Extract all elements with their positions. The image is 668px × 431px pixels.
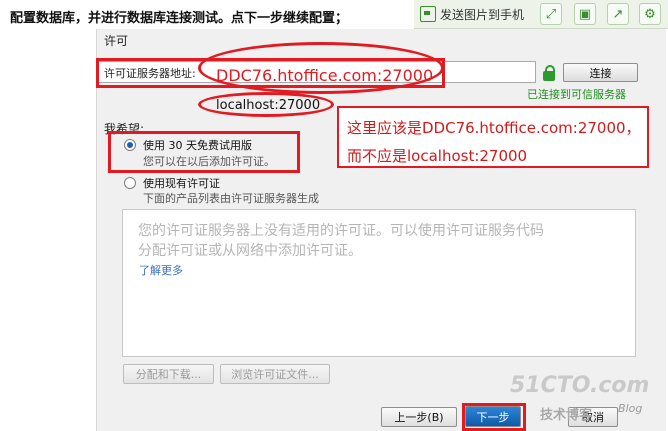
- save-icon: ▣: [578, 6, 592, 22]
- browse-license-file-button[interactable]: 浏览许可证文件...: [220, 364, 330, 384]
- instruction-caption: 配置数据库，并进行数据库连接测试。点下一步继续配置；: [10, 11, 349, 26]
- send-to-phone-label: 发送图片到手机: [440, 7, 525, 22]
- save-button[interactable]: ▣: [574, 3, 596, 25]
- annotation-note: 这里应该是DDC76.htoffice.com:27000， 而不应是local…: [337, 106, 649, 168]
- phone-send-icon: [420, 6, 436, 22]
- settings-button[interactable]: ⚙: [639, 3, 661, 25]
- suggestion-ellipse: [198, 92, 334, 117]
- license-box-text-line1: 您的许可证服务器上没有适用的许可证。可以使用许可证服务代码: [138, 223, 544, 239]
- existing-license-subtitle: 下面的产品列表由许可证服务器生成: [143, 192, 319, 205]
- back-button[interactable]: 上一步(B): [381, 407, 457, 427]
- connected-status: 已连接到可信服务器: [527, 88, 626, 101]
- next-button-highlight: [462, 403, 526, 431]
- connect-button[interactable]: 连接: [563, 63, 638, 82]
- share-button[interactable]: ↗: [607, 3, 629, 25]
- existing-license-title[interactable]: 使用现有许可证: [143, 175, 220, 191]
- learn-more-link[interactable]: 了解更多: [139, 262, 183, 278]
- lock-icon: [543, 65, 555, 81]
- expand-button[interactable]: ⤢: [540, 3, 562, 25]
- settings-icon: ⚙: [644, 6, 656, 22]
- annotation-note-line1: 这里应该是DDC76.htoffice.com:27000，: [347, 119, 641, 137]
- watermark-blog: Blog: [618, 402, 643, 415]
- expand-icon: ⤢: [545, 6, 557, 22]
- watermark-tag: 技术博客: [540, 408, 593, 423]
- watermark-site: 51CTO.com: [510, 373, 650, 398]
- license-section-title: 许可: [104, 34, 129, 48]
- existing-license-radio[interactable]: [124, 177, 136, 189]
- trial-option-highlight: [108, 131, 300, 173]
- annotation-note-line2: 而不应是localhost:27000: [347, 147, 528, 165]
- send-to-phone-button[interactable]: 发送图片到手机: [420, 4, 534, 24]
- license-box-text-line2: 分配许可证或从网络中添加许可证。: [138, 243, 362, 259]
- share-icon: ↗: [612, 6, 624, 22]
- assign-download-button[interactable]: 分配和下载...: [123, 364, 214, 384]
- server-address-value: DDC76.htoffice.com:27000: [216, 66, 434, 85]
